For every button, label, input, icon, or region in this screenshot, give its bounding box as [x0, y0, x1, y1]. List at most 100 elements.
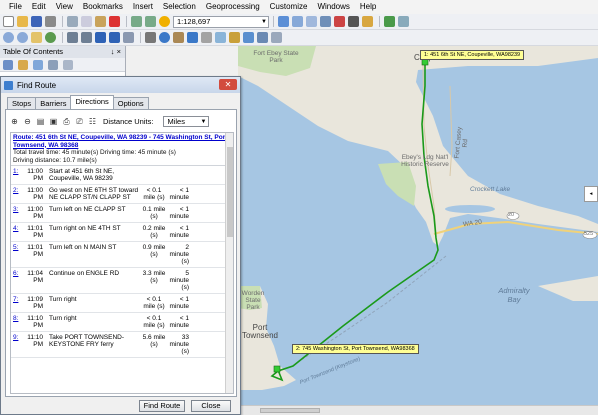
toolbar-separator: [379, 16, 380, 27]
map-scale-combo[interactable]: 1:128,697 ▼: [173, 15, 269, 28]
directions-scrollbar[interactable]: [225, 133, 233, 393]
tab-barriers[interactable]: Barriers: [35, 97, 72, 109]
list-by-drawing-order-icon[interactable]: [3, 59, 13, 70]
find-route-icon[interactable]: [229, 32, 240, 43]
step-distance: 3.3 mile (s): [142, 270, 166, 284]
save-icon[interactable]: ▣: [49, 117, 58, 126]
print-icon[interactable]: [45, 16, 56, 27]
back-extent-icon[interactable]: [95, 32, 106, 43]
step-number-link[interactable]: 7:: [11, 296, 21, 310]
route-link[interactable]: Route: 451 6th St NE, Coupeville, WA 982…: [13, 134, 231, 149]
search-window-icon[interactable]: [320, 16, 331, 27]
distance-units-select[interactable]: Miles ▼: [163, 116, 210, 127]
step-number-link[interactable]: 3:: [11, 206, 21, 220]
list-by-visibility-icon[interactable]: [33, 59, 43, 70]
close-button[interactable]: Close: [191, 400, 231, 412]
more-tools-icon[interactable]: [398, 16, 409, 27]
menu-edit[interactable]: Edit: [27, 0, 51, 14]
create-viewer-icon[interactable]: [271, 32, 282, 43]
dialog-tabs: Stops Barriers Directions Options: [7, 95, 149, 109]
zoom-in-icon[interactable]: [3, 32, 14, 43]
dialog-close-button[interactable]: ✕: [219, 79, 237, 90]
editor-toolbar-icon[interactable]: [278, 16, 289, 27]
step-text: Turn left on N MAIN ST: [49, 244, 117, 251]
fixed-zoom-out-icon[interactable]: [81, 32, 92, 43]
toc-pin-close[interactable]: ↓ ×: [111, 46, 121, 58]
direction-step: 2: 11:00 PM Go west on NE 6TH ST toward …: [11, 185, 233, 204]
step-duration: < 1 minute: [169, 187, 189, 201]
menu-customize[interactable]: Customize: [265, 0, 313, 14]
identify-icon[interactable]: [159, 32, 170, 43]
zoom-out-icon[interactable]: ⊖: [23, 117, 32, 126]
pan-icon[interactable]: [31, 32, 42, 43]
tab-options[interactable]: Options: [112, 97, 149, 109]
forward-extent-icon[interactable]: [109, 32, 120, 43]
zoom-out-icon[interactable]: [17, 32, 28, 43]
menu-file[interactable]: File: [4, 0, 27, 14]
menu-windows[interactable]: Windows: [312, 0, 354, 14]
step-distance: [141, 168, 167, 182]
options-icon[interactable]: [63, 59, 73, 70]
time-slider-icon[interactable]: [257, 32, 268, 43]
scrollbar-thumb[interactable]: [260, 408, 320, 413]
step-number-link[interactable]: 6:: [11, 270, 21, 291]
step-distance: < 0.1 mile (s): [143, 187, 165, 201]
hyperlink-icon[interactable]: [173, 32, 184, 43]
map-side-tab[interactable]: ◂: [584, 186, 598, 202]
zoom-in-icon[interactable]: ⊕: [10, 117, 19, 126]
html-popup-icon[interactable]: [187, 32, 198, 43]
step-text: Start at 451 6th St NE, Coupeville, WA 9…: [49, 168, 115, 182]
step-number-link[interactable]: 2:: [11, 187, 21, 201]
menu-insert[interactable]: Insert: [128, 0, 158, 14]
list-by-selection-icon[interactable]: [48, 59, 58, 70]
cut-icon[interactable]: [67, 16, 78, 27]
options-icon[interactable]: ☷: [88, 117, 97, 126]
tab-directions[interactable]: Directions: [70, 95, 114, 109]
delete-icon[interactable]: [109, 16, 120, 27]
step-number-link[interactable]: 1:: [11, 168, 21, 182]
map-view[interactable]: Fort Ebey State Park Coupeville Ebey's L…: [238, 46, 598, 415]
step-duration: < 1 minute: [169, 315, 189, 329]
select-elements-icon[interactable]: [145, 32, 156, 43]
list-by-source-icon[interactable]: [18, 59, 28, 70]
open-folder-icon[interactable]: [17, 16, 28, 27]
menu-bar: File Edit View Bookmarks Insert Selectio…: [0, 0, 598, 14]
find-icon[interactable]: [215, 32, 226, 43]
undo-icon[interactable]: [131, 16, 142, 27]
scrollbar-thumb[interactable]: [227, 147, 233, 237]
full-extent-icon[interactable]: [45, 32, 56, 43]
step-number-link[interactable]: 4:: [11, 225, 21, 239]
step-distance: 0.2 mile (s): [142, 225, 166, 239]
menu-help[interactable]: Help: [355, 0, 381, 14]
dialog-title-bar[interactable]: Find Route ✕: [1, 77, 240, 93]
go-to-xy-icon[interactable]: [243, 32, 254, 43]
step-number-link[interactable]: 5:: [11, 244, 21, 265]
save-icon[interactable]: [31, 16, 42, 27]
map-horizontal-scrollbar[interactable]: [238, 405, 598, 415]
menu-bookmarks[interactable]: Bookmarks: [78, 0, 128, 14]
step-number-link[interactable]: 8:: [11, 315, 21, 329]
measure-icon[interactable]: [201, 32, 212, 43]
catalog-icon[interactable]: [306, 16, 317, 27]
copy-icon[interactable]: [81, 16, 92, 27]
print-icon[interactable]: ⎙: [62, 117, 71, 126]
redo-icon[interactable]: [145, 16, 156, 27]
new-document-icon[interactable]: [3, 16, 14, 27]
select-features-icon[interactable]: [123, 32, 134, 43]
menu-selection[interactable]: Selection: [158, 0, 201, 14]
find-route-button[interactable]: Find Route: [139, 400, 185, 412]
step-number-link[interactable]: 9:: [11, 334, 21, 355]
print-preview-icon[interactable]: ⎚: [75, 117, 84, 126]
model-builder-icon[interactable]: [362, 16, 373, 27]
open-icon[interactable]: ▤: [36, 117, 45, 126]
paste-icon[interactable]: [95, 16, 106, 27]
arctoolbox-icon[interactable]: [334, 16, 345, 27]
tab-stops[interactable]: Stops: [7, 97, 37, 109]
table-of-contents-icon[interactable]: [292, 16, 303, 27]
menu-view[interactable]: View: [51, 0, 78, 14]
fixed-zoom-in-icon[interactable]: [67, 32, 78, 43]
add-data-icon[interactable]: [159, 16, 170, 27]
network-analyst-icon[interactable]: [384, 16, 395, 27]
python-icon[interactable]: [348, 16, 359, 27]
menu-geoprocessing[interactable]: Geoprocessing: [201, 0, 265, 14]
